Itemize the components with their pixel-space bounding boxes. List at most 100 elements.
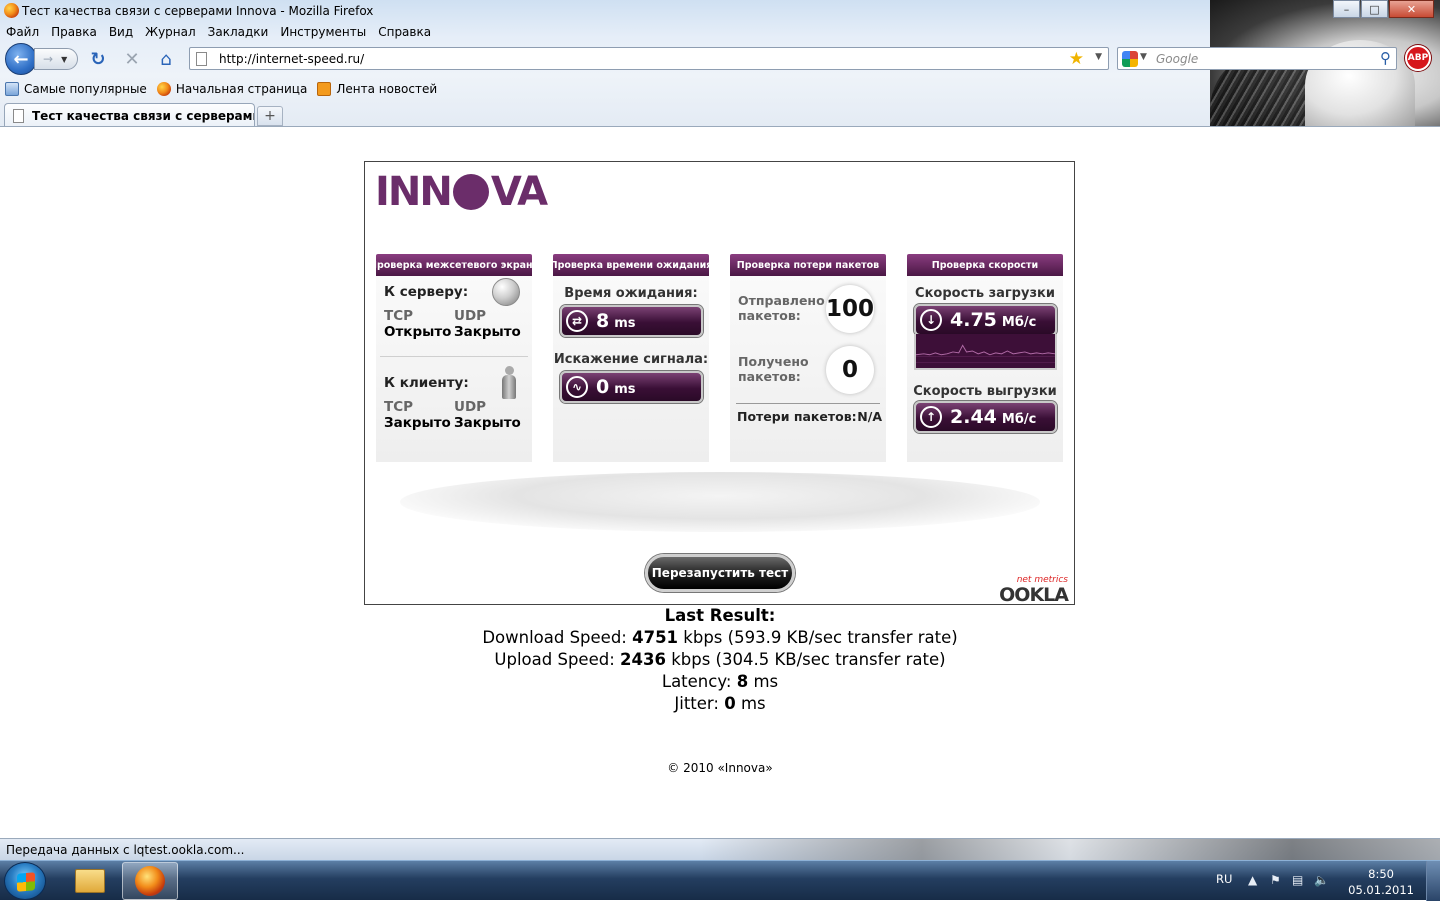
forward-button[interactable]: → ▼ xyxy=(34,48,78,70)
back-button[interactable]: ← xyxy=(5,43,37,75)
search-placeholder[interactable]: Google xyxy=(1156,52,1198,66)
menu-help[interactable]: Справка xyxy=(372,23,437,41)
ookla-logo[interactable]: net metrics OOKLA xyxy=(996,575,1069,604)
title-bar: Тест качества связи с серверами Innova -… xyxy=(0,0,1440,22)
pulse-icon: ∿ xyxy=(566,376,588,398)
loss-row: Потери пакетов: N/A xyxy=(737,409,882,424)
taskbar-firefox[interactable] xyxy=(122,862,178,900)
ping-value: 8 xyxy=(596,310,610,332)
restart-test-button[interactable]: Перезапустить тест xyxy=(645,554,795,592)
tray-expand-icon[interactable]: ▲ xyxy=(1248,873,1257,887)
home-icon[interactable]: ⌂ xyxy=(156,49,176,70)
server-tcp-label: TCP xyxy=(384,308,414,324)
server-udp-label: UDP xyxy=(454,308,487,324)
download-speed-line: Download Speed: 4751 kbps (593.9 KB/sec … xyxy=(482,628,958,647)
google-icon[interactable] xyxy=(1122,51,1138,67)
url-bar[interactable]: http://internet-speed.ru/ ★ ▼ xyxy=(189,47,1109,70)
bookmark-news-feed[interactable]: Лента новостей xyxy=(317,82,437,96)
client-tcp-status: Закрыто xyxy=(384,415,451,431)
menu-view[interactable]: Вид xyxy=(103,23,139,41)
download-display: ↓ 4.75 Мб/с xyxy=(914,304,1057,336)
engine-dropdown-icon[interactable]: ▼ xyxy=(1140,52,1147,62)
taskbar: RU ▲ ⚑ ▤ 🔈 8:50 05.01.2011 xyxy=(0,860,1440,901)
folder-icon xyxy=(75,869,105,893)
upload-label: Скорость выгрузки xyxy=(913,384,1057,399)
bookmarks-toolbar: Самые популярные Начальная страница Лент… xyxy=(0,78,437,100)
windows-logo-icon xyxy=(17,872,35,892)
minimize-button[interactable]: – xyxy=(1333,0,1360,18)
system-tray: RU ▲ ⚑ ▤ 🔈 8:50 05.01.2011 xyxy=(1210,861,1440,901)
menu-bar: Файл Правка Вид Журнал Закладки Инструме… xyxy=(0,23,437,41)
client-udp-status: Закрыто xyxy=(454,415,521,431)
menu-bookmarks[interactable]: Закладки xyxy=(202,23,275,41)
upload-value: 2.44 xyxy=(950,406,997,428)
taskbar-explorer[interactable] xyxy=(62,862,118,900)
ping-label: Время ожидания: xyxy=(564,286,698,301)
server-block: К серверу: TCP Открыто UDP Закрыто xyxy=(384,284,524,340)
menu-file[interactable]: Файл xyxy=(0,23,45,41)
status-bar: Передача данных с lqtest.ookla.com... xyxy=(0,838,1440,860)
firewall-panel: Проверка межсетевого экрана К серверу: T… xyxy=(369,254,539,462)
ookla-wordmark: OOKLA xyxy=(999,584,1069,605)
clock-date: 05.01.2011 xyxy=(1348,883,1414,897)
volume-icon[interactable]: 🔈 xyxy=(1314,873,1329,887)
window-title: Тест качества связи с серверами Innova -… xyxy=(22,4,374,18)
loss-value: N/A xyxy=(857,409,882,424)
page-content: IN N VA Проверка межсетевого экрана К серв… xyxy=(0,127,1440,838)
show-desktop-button[interactable] xyxy=(1426,861,1440,901)
upload-unit: Мб/с xyxy=(1001,411,1037,427)
url-text[interactable]: http://internet-speed.ru/ xyxy=(219,52,364,66)
reload-icon[interactable]: ↻ xyxy=(88,49,108,70)
history-dropdown-icon[interactable]: ▼ xyxy=(61,55,67,64)
download-arrow-icon: ↓ xyxy=(920,309,942,331)
tab-title: Тест качества связи с серверами In... xyxy=(32,109,255,123)
maximize-button[interactable]: □ xyxy=(1361,0,1388,18)
sent-value: 100 xyxy=(826,285,874,333)
new-tab-button[interactable]: + xyxy=(257,106,283,126)
latency-panel: Проверка времени ожидания Время ожидания… xyxy=(550,254,712,462)
language-indicator[interactable]: RU xyxy=(1216,872,1232,886)
latency-ms: 8 xyxy=(736,672,749,691)
jitter-label: Искажение сигнала: xyxy=(553,352,709,367)
search-icon[interactable]: ⚲ xyxy=(1380,49,1391,67)
ping-unit: ms xyxy=(614,315,636,331)
download-label: Скорость загрузки xyxy=(915,286,1055,301)
last-result: Last Result: Download Speed: 4751 kbps (… xyxy=(0,605,1440,715)
stop-icon[interactable]: ✕ xyxy=(122,49,142,70)
bookmark-star-icon[interactable]: ★ xyxy=(1069,49,1084,69)
divider xyxy=(736,403,880,404)
bookmark-most-visited[interactable]: Самые популярные xyxy=(5,82,147,96)
jitter-value: 0 xyxy=(596,376,610,398)
server-title: К серверу: xyxy=(384,284,469,300)
network-icon[interactable]: ▤ xyxy=(1292,873,1303,887)
download-unit: Мб/с xyxy=(1001,314,1037,330)
close-button[interactable]: ✕ xyxy=(1389,0,1434,18)
clock-time: 8:50 xyxy=(1368,867,1394,881)
ping-display: ⇄ 8 ms xyxy=(560,305,703,337)
menu-tools[interactable]: Инструменты xyxy=(274,23,372,41)
adblock-plus-icon[interactable]: ABP xyxy=(1405,45,1431,71)
menu-history[interactable]: Журнал xyxy=(139,23,202,41)
back-arrow-icon: ← xyxy=(13,48,29,70)
search-bar[interactable]: ▼ Google ⚲ xyxy=(1117,47,1397,70)
menu-edit[interactable]: Правка xyxy=(45,23,103,41)
jitter-unit: ms xyxy=(614,381,636,397)
stage-platform xyxy=(400,472,1040,532)
download-value: 4.75 xyxy=(950,309,997,331)
jitter-line: Jitter: 0 ms xyxy=(674,694,766,713)
url-dropdown-icon[interactable]: ▼ xyxy=(1095,52,1102,62)
tab-current[interactable]: Тест качества связи с серверами In... xyxy=(4,103,255,126)
page-icon xyxy=(196,52,207,66)
clock[interactable]: 8:50 05.01.2011 xyxy=(1348,866,1414,898)
bookmark-start-page[interactable]: Начальная страница xyxy=(156,82,307,96)
download-graph xyxy=(914,334,1057,370)
start-button[interactable] xyxy=(4,862,46,900)
copyright: © 2010 «Innova» xyxy=(667,761,773,775)
received-value: 0 xyxy=(826,346,874,394)
upload-speed-line: Upload Speed: 2436 kbps (304.5 KB/sec tr… xyxy=(494,650,946,669)
received-label: Получено пакетов: xyxy=(738,354,809,384)
most-visited-icon xyxy=(5,82,19,96)
action-center-flag-icon[interactable]: ⚑ xyxy=(1270,873,1281,887)
results-heading: Last Result: xyxy=(664,606,776,625)
navigation-toolbar: ← → ▼ ↻ ✕ ⌂ http://internet-speed.ru/ ★ ▼… xyxy=(0,42,1440,75)
